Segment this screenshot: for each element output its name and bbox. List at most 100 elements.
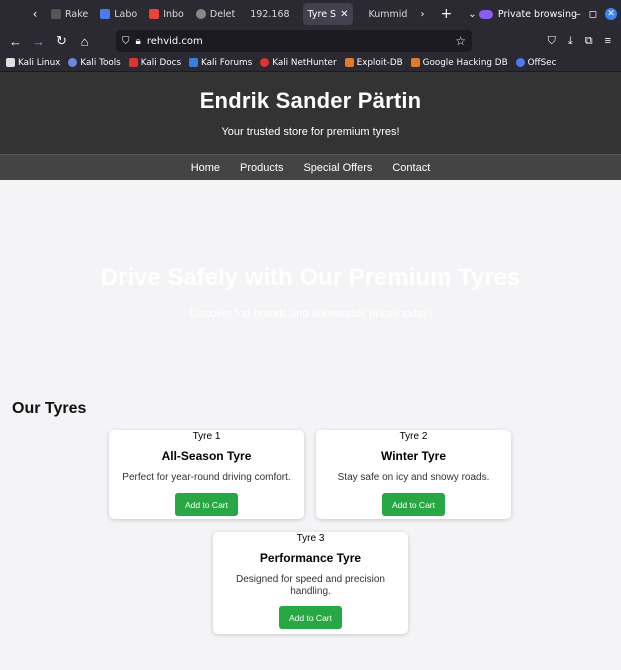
kali-forums-icon [189,58,199,67]
product-image-alt: Tyre 3 [296,533,325,544]
section-title: Our Tyres [12,400,87,417]
tab-scroll-left-icon[interactable]: ‹ [24,7,46,21]
new-tab-icon[interactable]: + [430,6,462,22]
forward-icon[interactable]: → [27,34,50,49]
product-image-alt: Tyre 2 [399,431,428,442]
bookmark-label: Google Hacking DB [422,57,508,68]
bookmark-kali-docs[interactable]: Kali Docs [128,57,182,68]
bookmark-exploit-db[interactable]: Exploit-DB [344,57,403,68]
product-card: Tyre 1 All-Season Tyre Perfect for year-… [109,430,304,519]
product-description: Stay safe on icy and snowy roads. [337,472,490,483]
window-controls: – ◻ ✕ [576,8,617,20]
toolbar-right: ⛉ ⤓ ⧉ ≡ [548,35,617,48]
docs-icon [100,9,111,19]
nav-contact[interactable]: Contact [392,162,430,174]
url-text[interactable]: rehvid.com [147,36,203,47]
tab-title: 192.168 [250,8,290,20]
product-card: Tyre 2 Winter Tyre Stay safe on icy and … [316,430,511,519]
bookmark-label: Kali Docs [140,57,182,68]
private-mask-icon [478,9,493,19]
bookmark-offsec[interactable]: OffSec [515,57,557,68]
url-bar[interactable]: ⛉ 🔒︎ rehvid.com ☆ [116,30,472,52]
tab-title: Delet [209,8,236,20]
product-grid: Tyre 1 All-Season Tyre Perfect for year-… [12,418,609,658]
product-description: Designed for speed and precision handlin… [236,574,385,597]
bookmark-star-icon[interactable]: ☆ [455,34,466,48]
menu-icon[interactable]: ≡ [605,35,611,48]
site-title: Endrik Sander Pärtin [199,88,422,113]
tab-2[interactable]: Inbo [144,3,189,25]
ghdb-icon [410,58,420,67]
site-nav: Home Products Special Offers Contact [0,154,621,180]
add-to-cart-button[interactable]: Add to Cart [279,606,342,629]
home-icon[interactable]: ⌂ [73,34,96,49]
bookmark-kali-forums[interactable]: Kali Forums [189,58,252,68]
bookmark-label: Exploit-DB [356,57,403,68]
tab-0[interactable]: Rake [46,3,93,25]
reload-icon[interactable]: ↻ [50,33,73,49]
bookmark-label: Kali NetHunter [272,57,337,68]
offsec-icon [515,58,525,67]
lock-icon[interactable]: 🔒︎ [136,36,141,47]
github-icon [195,9,206,19]
hero-banner: Drive Safely with Our Premium Tyres Disc… [0,180,621,398]
bookmarks-toolbar: Kali Linux Kali Tools Kali Docs Kali For… [0,54,621,72]
hero-subtitle: Discover top brands and unbeatable price… [189,308,432,320]
site-tagline: Your trusted store for premium tyres! [221,126,400,138]
product-description: Perfect for year-round driving comfort. [122,472,291,483]
product-image-alt: Tyre 1 [192,431,221,442]
extensions-icon[interactable]: ⧉ [585,35,593,48]
tab-title: Tyre S [307,8,337,20]
add-to-cart-button[interactable]: Add to Cart [382,493,445,516]
kali-dragon-icon [6,58,15,67]
tab-favicon-icon [51,9,61,19]
bookmark-kali-nethunter[interactable]: Kali NetHunter [260,57,337,68]
bookmark-kali-tools[interactable]: Kali Tools [68,57,121,68]
bookmark-label: OffSec [527,57,557,68]
tab-active[interactable]: Tyre S ✕ [302,3,354,25]
kali-tools-icon [68,58,78,67]
nethunter-icon [260,58,270,67]
private-label: Private browsing [497,8,577,20]
nav-special-offers[interactable]: Special Offers [303,162,372,174]
product-name: Performance Tyre [259,551,362,565]
gmail-icon [149,9,160,19]
tab-3[interactable]: Delet [191,3,240,25]
tab-title: Labo [114,8,138,20]
close-tab-icon[interactable]: ✕ [340,9,348,20]
product-name: Winter Tyre [380,449,446,463]
tab-scroll-right-icon[interactable]: › [414,9,430,20]
maximize-icon[interactable]: ◻ [589,9,597,20]
close-window-icon[interactable]: ✕ [605,8,617,20]
kali-docs-icon [128,58,138,67]
back-icon[interactable]: ← [4,34,27,49]
tab-title: Inbo [163,8,184,20]
tab-4[interactable]: 192.168 [242,3,294,25]
navigation-toolbar: ← → ↻ ⌂ ⛉ 🔒︎ rehvid.com ☆ ⛉ ⤓ ⧉ ≡ [0,28,621,54]
minimize-icon[interactable]: – [576,9,581,20]
exploit-db-icon [344,58,354,67]
products-section: Our Tyres Tyre 1 All-Season Tyre Perfect… [0,400,621,658]
downloads-icon[interactable]: ⤓ [568,35,573,48]
browser-chrome: ‹ Rake Labo Inbo Delet 192.168 Tyre S ✕ K… [0,0,621,72]
pocket-icon[interactable]: ⛉ [548,35,556,48]
bookmark-label: Kali Forums [201,57,253,68]
tab-1[interactable]: Labo [95,3,142,25]
tab-title: Kummid [368,8,408,20]
bookmark-kali-linux[interactable]: Kali Linux [6,58,60,68]
site-header: Endrik Sander Pärtin Your trusted store … [0,72,621,154]
hero-title: Drive Safely with Our Premium Tyres [100,264,521,291]
nav-products[interactable]: Products [240,162,283,174]
bookmark-google-hacking-db[interactable]: Google Hacking DB [410,57,508,68]
product-name: All-Season Tyre [161,449,252,463]
bookmark-label: Kali Tools [80,57,121,68]
shield-icon[interactable]: ⛉ [122,36,130,47]
private-browsing-indicator: Private browsing [478,8,577,20]
add-to-cart-button[interactable]: Add to Cart [175,493,238,516]
tab-title: Rake [65,8,89,20]
product-card: Tyre 3 Performance Tyre Designed for spe… [213,532,408,634]
tab-strip: ‹ Rake Labo Inbo Delet 192.168 Tyre S ✕ K… [0,0,621,28]
nav-home[interactable]: Home [191,162,220,174]
bookmark-label: Kali Linux [18,57,61,68]
tab-6[interactable]: Kummid [363,3,412,25]
